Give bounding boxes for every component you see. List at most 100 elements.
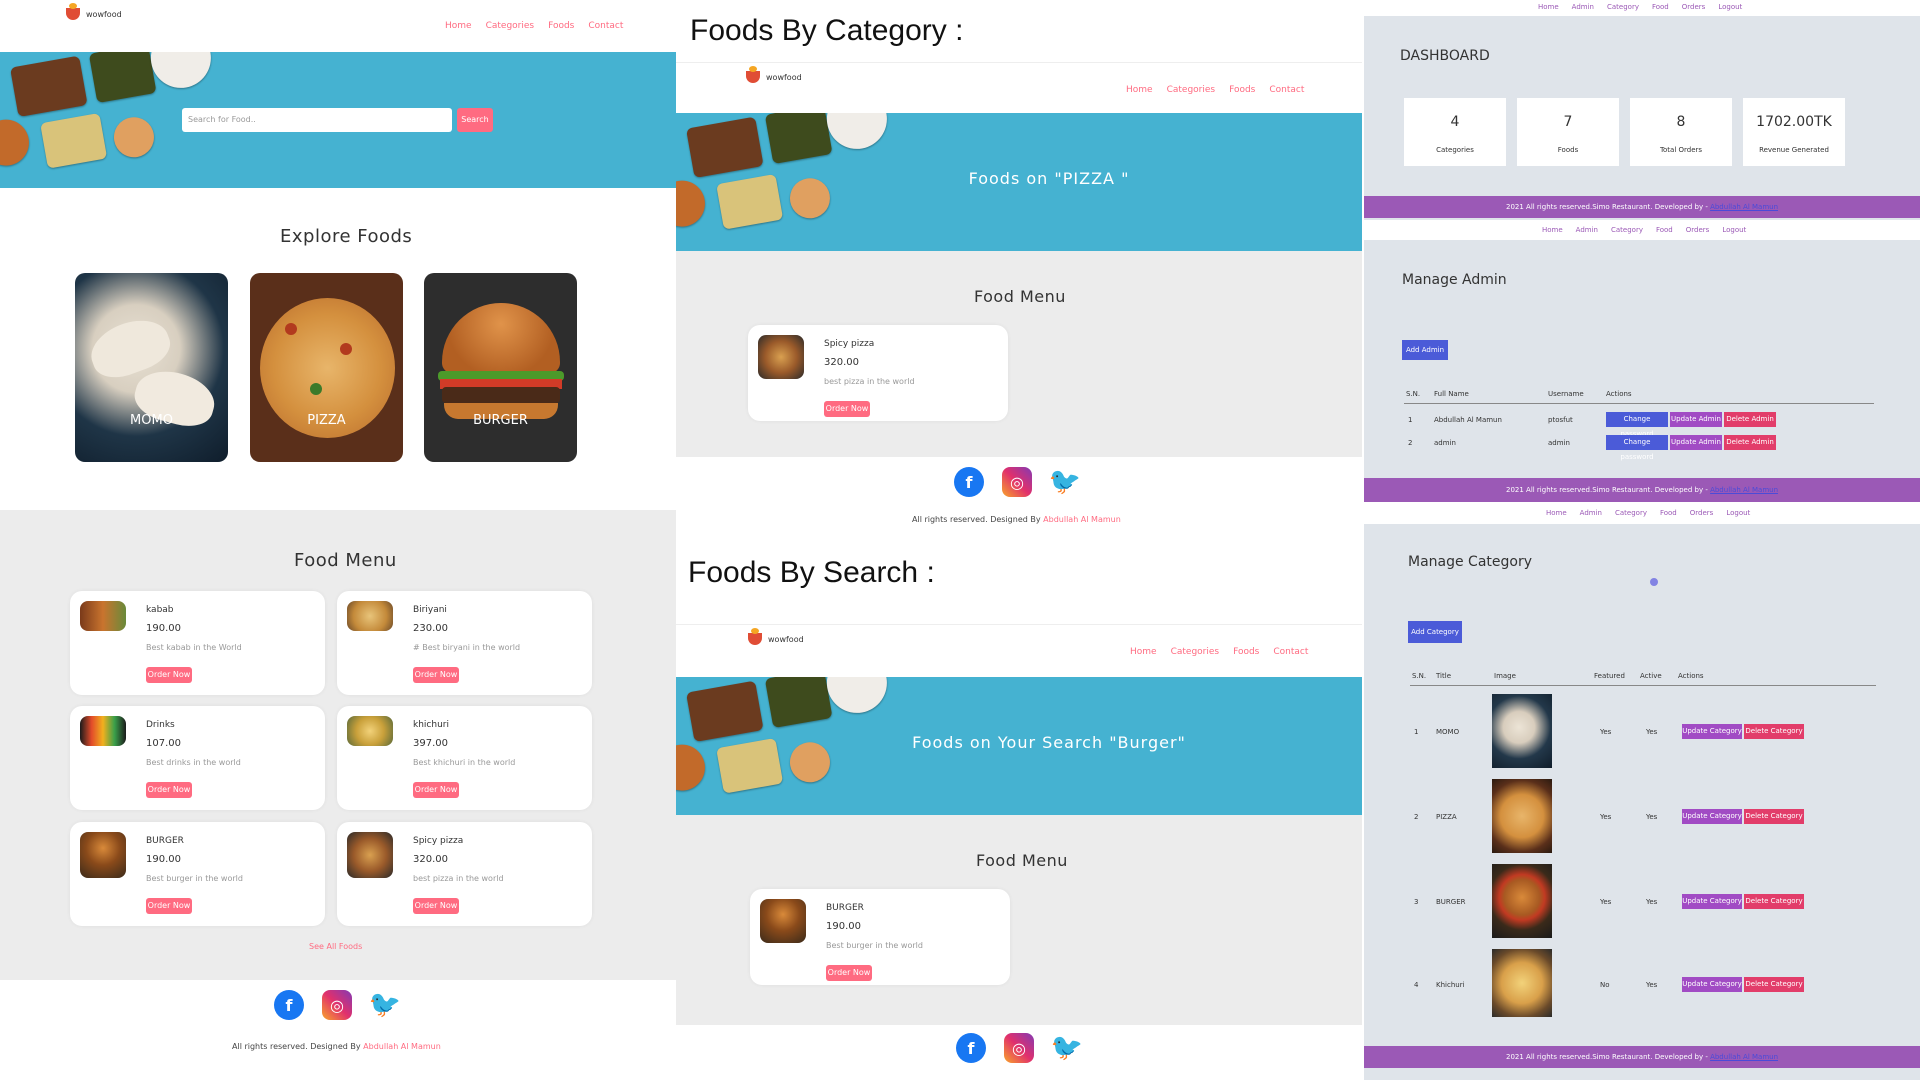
nav-orders[interactable]: Orders [1682,3,1706,11]
manage-category-page: Home Admin Category Food Orders Logout M… [1364,502,1920,1080]
facebook-icon[interactable]: f [274,990,304,1020]
change-password-button[interactable]: Change password [1606,412,1668,438]
nav-category[interactable]: Category [1611,226,1643,234]
update-category-button[interactable]: Update Category [1682,724,1742,739]
nav-categories[interactable]: Categories [486,21,535,31]
nav-food[interactable]: Food [1652,3,1669,11]
food-title: BURGER [146,836,184,846]
author-link[interactable]: Abdullah Al Mamun [1710,486,1778,494]
stat-value: 1702.00TK [1756,114,1832,130]
instagram-icon[interactable]: ◎ [322,990,352,1020]
author-link[interactable]: Abdullah Al Mamun [1710,203,1778,211]
twitter-icon[interactable]: 🐦 [369,990,401,1020]
nav-categories[interactable]: Categories [1167,85,1216,95]
table-header: S.N. Full Name Username Actions [1404,390,1874,404]
food-image [760,899,806,943]
order-now-button[interactable]: Order Now [413,667,459,683]
delete-admin-button[interactable]: Delete Admin [1724,435,1776,450]
order-now-button[interactable]: Order Now [824,401,870,417]
author-link[interactable]: Abdullah Al Mamun [1043,515,1121,524]
nav-categories[interactable]: Categories [1171,647,1220,657]
brand-logo[interactable]: wowfood [748,628,804,645]
nav-foods[interactable]: Foods [1229,85,1255,95]
hero-text: Foods on "PIZZA " [968,169,1130,188]
update-category-button[interactable]: Update Category [1682,977,1742,992]
admin-nav: Home Admin Category Food Orders Logout [1538,3,1742,11]
food-price: 107.00 [146,738,181,749]
category-card-pizza[interactable]: PIZZA [250,273,403,462]
nav-contact[interactable]: Contact [588,21,623,31]
update-category-button[interactable]: Update Category [1682,894,1742,909]
update-admin-button[interactable]: Update Admin [1670,412,1722,427]
nav-contact[interactable]: Contact [1269,85,1304,95]
dashboard-page: Home Admin Category Food Orders Logout D… [1364,0,1920,220]
table-row: 3 BURGER Yes Yes Update Category Delete … [1410,864,1876,940]
nav-orders[interactable]: Orders [1690,509,1714,517]
nav-logout[interactable]: Logout [1722,226,1746,234]
delete-category-button[interactable]: Delete Category [1744,724,1804,739]
see-all-foods-link[interactable]: See All Foods [309,942,362,951]
update-admin-button[interactable]: Update Admin [1670,435,1722,450]
nav-admin[interactable]: Admin [1576,226,1598,234]
delete-admin-button[interactable]: Delete Admin [1724,412,1776,427]
nav-home[interactable]: Home [1538,3,1559,11]
nav-logout[interactable]: Logout [1718,3,1742,11]
hero-text: Foods on Your Search "Burger" [912,733,1186,752]
nav-category[interactable]: Category [1607,3,1639,11]
food-card: khichuri 397.00 Best khichuri in the wor… [337,706,592,810]
nav-admin[interactable]: Admin [1572,3,1594,11]
search-button[interactable]: Search [457,108,493,132]
category-card-momo[interactable]: MOMO [75,273,228,462]
instagram-icon[interactable]: ◎ [1002,467,1032,497]
order-now-button[interactable]: Order Now [146,782,192,798]
nav-home[interactable]: Home [1542,226,1563,234]
nav-food[interactable]: Food [1660,509,1677,517]
delete-category-button[interactable]: Delete Category [1744,977,1804,992]
food-title: Spicy pizza [824,339,875,349]
main-nav: Home Categories Foods Contact [1126,85,1304,95]
nav-home[interactable]: Home [1130,647,1157,657]
brand-logo[interactable]: wowfood [66,3,122,20]
nav-contact[interactable]: Contact [1273,647,1308,657]
change-password-button[interactable]: Change password [1606,435,1668,461]
order-now-button[interactable]: Order Now [146,898,192,914]
nav-admin[interactable]: Admin [1580,509,1602,517]
instagram-icon[interactable]: ◎ [1004,1033,1034,1063]
brand-name: wowfood [766,72,802,82]
facebook-icon[interactable]: f [954,467,984,497]
food-card: Spicy pizza 320.00 best pizza in the wor… [748,325,1008,421]
twitter-icon[interactable]: 🐦 [1049,467,1081,497]
page-title: Manage Category [1408,554,1533,570]
nav-home[interactable]: Home [1126,85,1153,95]
nav-category[interactable]: Category [1615,509,1647,517]
nav-home[interactable]: Home [445,21,472,31]
food-image [347,832,393,878]
add-admin-button[interactable]: Add Admin [1402,340,1448,360]
author-link[interactable]: Abdullah Al Mamun [1710,1053,1778,1061]
social-links: f ◎ 🐦 [954,467,1081,497]
delete-category-button[interactable]: Delete Category [1744,894,1804,909]
nav-foods[interactable]: Foods [548,21,574,31]
add-category-button[interactable]: Add Category [1408,621,1462,643]
order-now-button[interactable]: Order Now [413,898,459,914]
order-now-button[interactable]: Order Now [413,782,459,798]
stat-label: Categories [1436,146,1474,154]
social-links: f ◎ 🐦 [956,1033,1083,1063]
menu-title: Food Menu [294,550,397,571]
facebook-icon[interactable]: f [956,1033,986,1063]
search-input[interactable]: Search for Food.. [182,108,452,132]
author-link[interactable]: Abdullah Al Mamun [363,1042,441,1051]
table-row: 4 Khichuri No Yes Update Category Delete… [1410,949,1876,1019]
brand-logo[interactable]: wowfood [746,66,802,83]
nav-home[interactable]: Home [1546,509,1567,517]
nav-orders[interactable]: Orders [1686,226,1710,234]
nav-logout[interactable]: Logout [1726,509,1750,517]
nav-food[interactable]: Food [1656,226,1673,234]
update-category-button[interactable]: Update Category [1682,809,1742,824]
twitter-icon[interactable]: 🐦 [1051,1033,1083,1063]
category-card-burger[interactable]: BURGER [424,273,577,462]
delete-category-button[interactable]: Delete Category [1744,809,1804,824]
order-now-button[interactable]: Order Now [826,965,872,981]
nav-foods[interactable]: Foods [1233,647,1259,657]
order-now-button[interactable]: Order Now [146,667,192,683]
